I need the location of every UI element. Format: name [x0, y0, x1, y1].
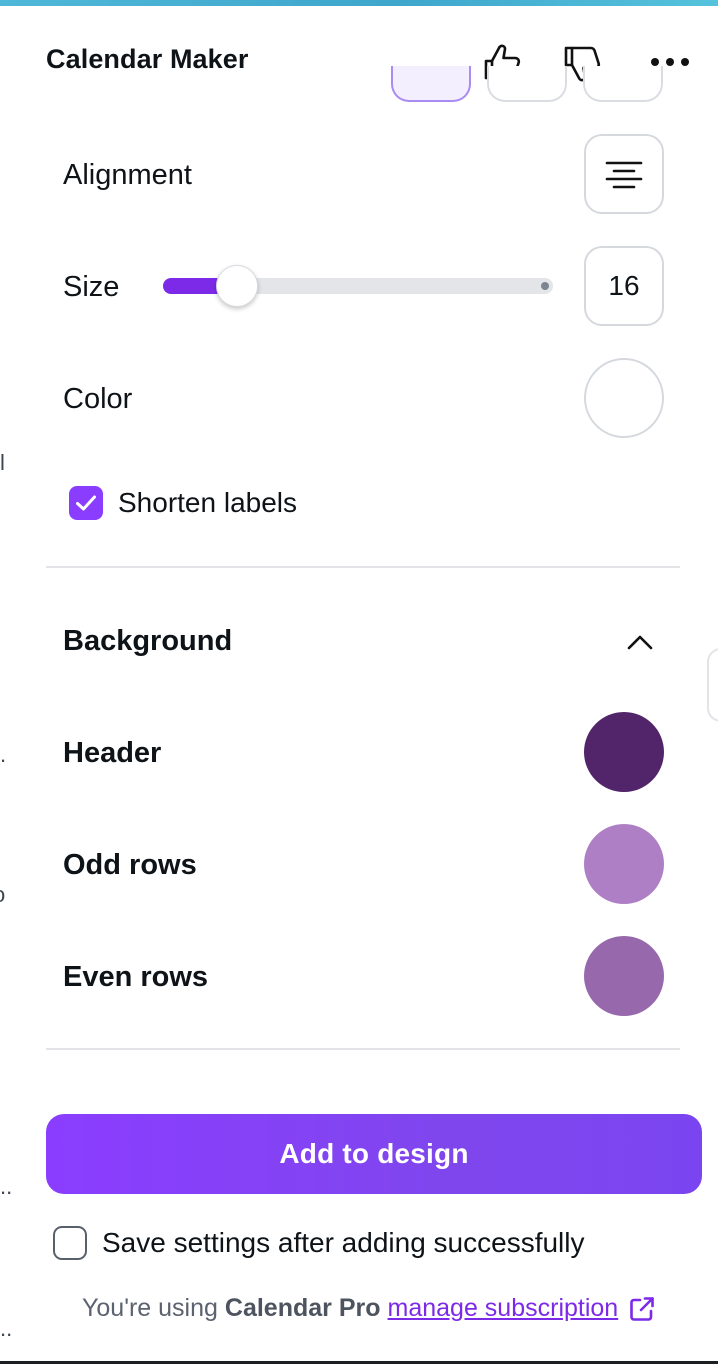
alignment-button[interactable] [584, 134, 664, 214]
section-divider [46, 566, 680, 568]
even-rows-bg-label: Even rows [63, 961, 209, 993]
style-option-chip[interactable] [487, 66, 567, 102]
app-title: Calendar Maker [46, 44, 249, 74]
left-edge-text-fragment: .. [0, 1174, 13, 1199]
text-color-swatch[interactable] [584, 358, 664, 438]
header-bg-color-swatch[interactable] [584, 712, 664, 792]
add-to-design-button[interactable]: Add to design [46, 1114, 702, 1194]
manage-subscription-link[interactable]: manage subscription [388, 1294, 619, 1323]
background-collapse-button[interactable] [618, 622, 662, 662]
footer-prefix-text: You're using [82, 1294, 218, 1322]
background-section-title: Background [63, 625, 233, 657]
size-slider-end-dot [541, 282, 549, 290]
style-option-chip-selected[interactable] [391, 66, 471, 102]
plan-name: Calendar Pro [224, 1294, 381, 1322]
odd-rows-bg-label: Odd rows [63, 849, 197, 881]
even-rows-bg-color-swatch[interactable] [584, 936, 664, 1016]
size-label: Size [63, 271, 120, 303]
external-link-icon[interactable] [628, 1295, 656, 1323]
size-value-input[interactable]: 16 [584, 246, 664, 326]
section-divider [46, 1048, 680, 1050]
chevron-up-icon [627, 635, 653, 650]
odd-rows-bg-color-swatch[interactable] [584, 824, 664, 904]
color-label: Color [63, 383, 133, 415]
left-edge-text-fragment: . [0, 742, 7, 767]
alignment-label: Alignment [63, 159, 192, 191]
header-bg-label: Header [63, 737, 162, 769]
left-edge-text-fragment: .. [0, 1316, 13, 1341]
shorten-labels-label: Shorten labels [118, 487, 298, 518]
shorten-labels-checkbox[interactable] [69, 486, 103, 520]
size-slider-thumb[interactable] [216, 265, 259, 307]
checkmark-icon [76, 495, 96, 511]
window-top-accent-bar [0, 0, 718, 6]
side-panel-tab[interactable] [707, 648, 718, 722]
left-edge-text-fragment: l [0, 450, 5, 475]
save-settings-checkbox[interactable] [53, 1226, 87, 1260]
left-edge-text-fragment: o [0, 884, 5, 906]
style-option-chip[interactable] [583, 66, 663, 102]
subscription-footer: You're using Calendar Pro manage subscri… [82, 1294, 656, 1323]
save-settings-label: Save settings after adding successfully [102, 1227, 585, 1258]
align-center-icon [605, 161, 643, 189]
